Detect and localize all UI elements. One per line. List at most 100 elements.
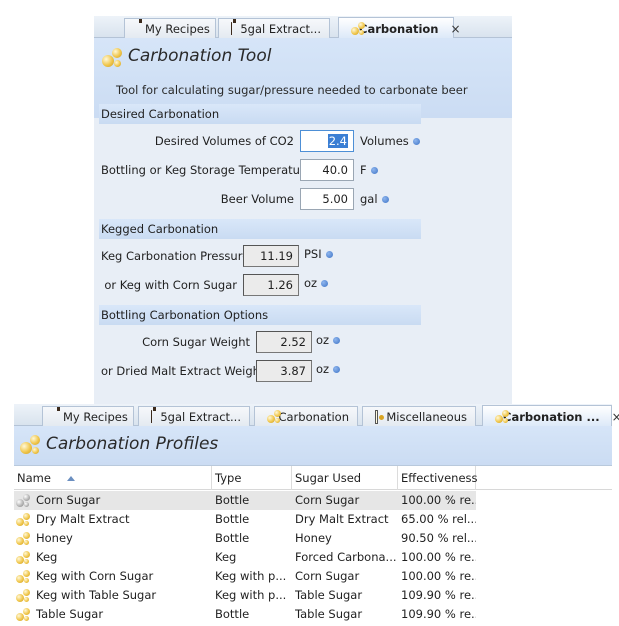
cell-text: Table Sugar: [36, 607, 104, 621]
cell-sugar-used: Forced Carbona...: [295, 550, 397, 564]
tab-label: Carbonation: [278, 409, 349, 424]
table-row[interactable]: Corn Sugar Bottle Corn Sugar 100.00 % re...: [14, 491, 476, 510]
cell-name: Keg: [14, 548, 212, 567]
column-header-name[interactable]: Name: [14, 466, 212, 490]
info-dot-icon[interactable]: [321, 279, 329, 287]
cell-effectiveness: 109.90 % re...: [401, 607, 476, 621]
info-dot-icon[interactable]: [381, 195, 389, 203]
unit-label: oz: [316, 362, 330, 376]
cell-type: Bottle: [215, 493, 250, 507]
column-header-effectiveness[interactable]: Effectiveness: [398, 466, 478, 490]
temperature-unit: F: [360, 163, 378, 177]
temperature-label: Bottling or Keg Storage Temperature: [101, 163, 312, 177]
sort-ascending-icon: [66, 476, 75, 481]
cell-text: Keg with Corn Sugar: [36, 569, 154, 583]
profiles-tabstrip: My Recipes 5gal Extract... Carbonation M…: [14, 404, 619, 427]
close-icon[interactable]: ×: [450, 22, 460, 36]
table-row[interactable]: Honey Bottle Honey 90.50 % rel...: [14, 529, 476, 548]
dme-weight-label: or Dried Malt Extract Weight: [101, 364, 265, 378]
cell-sugar-used: Table Sugar: [295, 588, 363, 602]
cell-type: Bottle: [215, 531, 250, 545]
cell-sugar-used: Honey: [295, 531, 332, 545]
table-row[interactable]: Keg with Corn Sugar Keg with p... Corn Sug…: [14, 567, 476, 586]
bottle-icon: [151, 407, 158, 423]
tool-description: Tool for calculating sugar/pressure need…: [116, 83, 468, 97]
bubbles-icon: [16, 512, 31, 527]
tab-label: 5gal Extract...: [160, 409, 241, 424]
section-desired-carbonation: Desired Carbonation: [99, 104, 421, 124]
cell-text: Keg with Table Sugar: [36, 588, 157, 602]
tab-my-recipes[interactable]: My Recipes: [42, 406, 134, 426]
table-row[interactable]: Dry Malt Extract Bottle Dry Malt Extract 65…: [14, 510, 476, 529]
info-dot-icon[interactable]: [412, 137, 420, 145]
cell-sugar-used: Corn Sugar: [295, 569, 360, 583]
cell-sugar-used: Table Sugar: [295, 607, 363, 621]
carbonation-profiles-panel: My Recipes 5gal Extract... Carbonation M…: [14, 404, 619, 626]
keg-corn-sugar-label: or Keg with Corn Sugar: [104, 278, 237, 292]
cell-name: Honey: [14, 529, 212, 548]
cell-effectiveness: 100.00 % re...: [401, 569, 476, 583]
cell-type: Keg: [215, 550, 237, 564]
tab-label: Miscellaneous: [386, 409, 467, 424]
tab-5gal-extract[interactable]: 5gal Extract...: [138, 406, 250, 426]
miscellaneous-icon: [375, 409, 386, 424]
unit-label: PSI: [304, 247, 322, 261]
tab-carbonation[interactable]: Carbonation: [254, 406, 358, 426]
tab-label: My Recipes: [63, 409, 128, 424]
tab-my-recipes[interactable]: My Recipes: [124, 18, 216, 38]
column-label: Name: [17, 471, 51, 485]
volumes-co2-input[interactable]: 2.4: [300, 130, 354, 152]
tab-carbonation[interactable]: Carbonation ×: [338, 17, 461, 39]
bubbles-icon: [16, 607, 31, 622]
corn-sugar-weight-unit: oz: [316, 333, 341, 347]
unit-label: oz: [304, 276, 318, 290]
volumes-co2-label: Desired Volumes of CO2: [154, 134, 294, 148]
cell-sugar-used: Corn Sugar: [295, 493, 360, 507]
cell-effectiveness: 100.00 % re...: [401, 550, 476, 564]
bubbles-icon: [16, 493, 31, 508]
temperature-input[interactable]: 40.0: [300, 159, 354, 181]
unit-label: oz: [316, 333, 330, 347]
section-kegged-carbonation: Kegged Carbonation: [99, 219, 421, 239]
info-dot-icon[interactable]: [333, 365, 341, 373]
keg-pressure-unit: PSI: [304, 247, 333, 261]
bubbles-icon: [20, 435, 42, 455]
cell-type: Keg with p...: [215, 569, 287, 583]
keg-pressure-label: Keg Carbonation Pressure: [101, 249, 250, 263]
cell-text: Honey: [36, 531, 73, 545]
bubbles-icon: [16, 588, 31, 603]
corn-sugar-weight-value: 2.52: [256, 331, 312, 353]
tool-tabstrip: My Recipes 5gal Extract... Carbonation ×: [94, 16, 512, 39]
page-title: Carbonation Tool: [128, 46, 272, 66]
cell-text: Dry Malt Extract: [36, 512, 130, 526]
profiles-header: Carbonation Profiles: [14, 426, 612, 466]
cell-effectiveness: 65.00 % rel...: [401, 512, 476, 526]
cell-type: Bottle: [215, 607, 250, 621]
keg-corn-sugar-value: 1.26: [243, 274, 299, 296]
cell-type: Keg with p...: [215, 588, 287, 602]
column-header-type[interactable]: Type: [212, 466, 292, 490]
tab-label: Carbonation ...: [503, 409, 600, 424]
cell-text: Corn Sugar: [36, 493, 101, 507]
info-dot-icon[interactable]: [333, 336, 341, 344]
tab-miscellaneous[interactable]: Miscellaneous: [362, 406, 476, 426]
cell-text: Keg: [36, 550, 58, 564]
info-dot-icon[interactable]: [325, 250, 333, 258]
tab-5gal-extract[interactable]: 5gal Extract...: [218, 18, 330, 38]
tab-carbonation-profiles[interactable]: Carbonation ... ×: [482, 405, 619, 427]
close-icon[interactable]: ×: [612, 410, 619, 424]
beer-volume-input[interactable]: 5.00: [300, 188, 354, 210]
cell-name: Corn Sugar: [14, 491, 212, 510]
keg-pressure-value: 11.19: [243, 245, 299, 267]
cell-effectiveness: 109.90 % re...: [401, 588, 476, 602]
bubbles-icon: [16, 550, 31, 565]
table-row[interactable]: Table Sugar Bottle Table Sugar 109.90 % re.…: [14, 605, 476, 624]
info-dot-icon[interactable]: [370, 166, 378, 174]
table-row[interactable]: Keg with Table Sugar Keg with p... Table S…: [14, 586, 476, 605]
section-bottling-carbonation: Bottling Carbonation Options: [99, 305, 421, 325]
cell-name: Table Sugar: [14, 605, 212, 624]
tab-label: Carbonation: [359, 21, 439, 36]
page-title: Carbonation Profiles: [46, 434, 219, 454]
column-header-sugar-used[interactable]: Sugar Used: [292, 466, 398, 490]
table-row[interactable]: Keg Keg Forced Carbona... 100.00 % re...: [14, 548, 476, 567]
